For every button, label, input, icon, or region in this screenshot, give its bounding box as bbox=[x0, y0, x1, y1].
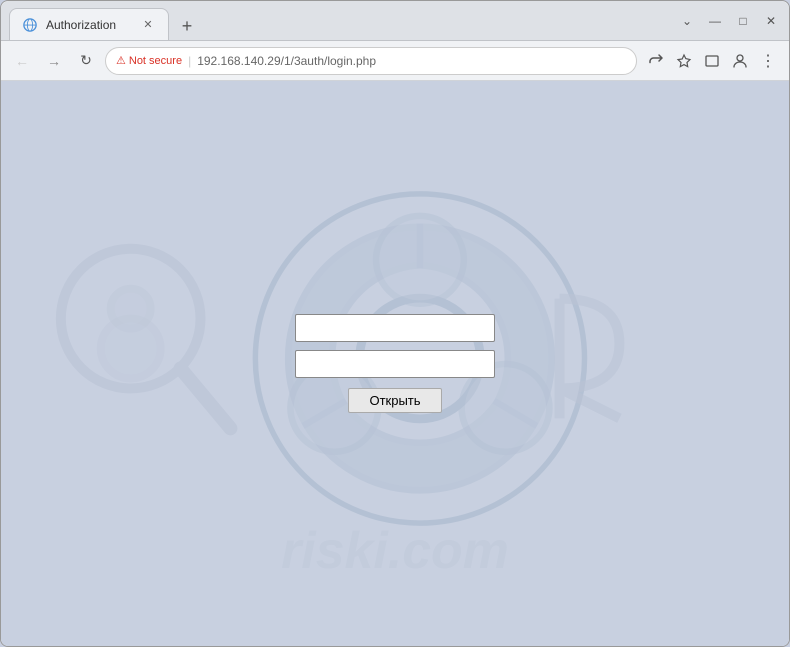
forward-button[interactable]: → bbox=[41, 48, 67, 74]
window-controls: ⌄ — □ ✕ bbox=[677, 11, 781, 31]
submit-button[interactable]: Открыть bbox=[348, 388, 441, 413]
url-text: 192.168.140.29/1/3auth/login.php bbox=[197, 54, 626, 68]
profile-button[interactable] bbox=[727, 48, 753, 74]
new-tab-button[interactable]: + bbox=[173, 12, 201, 40]
title-bar: Authorization ✕ + ⌄ — □ ✕ bbox=[1, 1, 789, 41]
security-indicator: ⚠ Not secure bbox=[116, 54, 182, 67]
close-button[interactable]: ✕ bbox=[761, 11, 781, 31]
browser-window: Authorization ✕ + ⌄ — □ ✕ ← → ↻ ⚠ Not se… bbox=[0, 0, 790, 647]
menu-button[interactable]: ⋮ bbox=[755, 48, 781, 74]
toolbar-icons: ⋮ bbox=[643, 48, 781, 74]
tab-strip: Authorization ✕ + bbox=[9, 1, 677, 40]
username-input[interactable] bbox=[295, 314, 495, 342]
active-tab[interactable]: Authorization ✕ bbox=[9, 8, 169, 40]
bookmark-button[interactable] bbox=[671, 48, 697, 74]
url-bar[interactable]: ⚠ Not secure | 192.168.140.29/1/3auth/lo… bbox=[105, 47, 637, 75]
maximize-button[interactable]: □ bbox=[733, 11, 753, 31]
tab-group-button[interactable] bbox=[699, 48, 725, 74]
back-button[interactable]: ← bbox=[9, 48, 35, 74]
refresh-button[interactable]: ↻ bbox=[73, 48, 99, 74]
svg-text:riski.com: riski.com bbox=[281, 521, 509, 579]
login-form: Открыть bbox=[295, 314, 495, 413]
tab-close-button[interactable]: ✕ bbox=[140, 17, 156, 33]
password-input[interactable] bbox=[295, 350, 495, 378]
share-button[interactable] bbox=[643, 48, 669, 74]
tab-favicon bbox=[22, 17, 38, 33]
url-separator: | bbox=[188, 54, 191, 68]
tab-title: Authorization bbox=[46, 18, 132, 32]
page-content: riski.com Открыть bbox=[1, 81, 789, 646]
address-bar: ← → ↻ ⚠ Not secure | 192.168.140.29/1/3a… bbox=[1, 41, 789, 81]
minimize-button[interactable]: — bbox=[705, 11, 725, 31]
warning-icon: ⚠ bbox=[116, 54, 126, 67]
windows-list-button[interactable]: ⌄ bbox=[677, 11, 697, 31]
